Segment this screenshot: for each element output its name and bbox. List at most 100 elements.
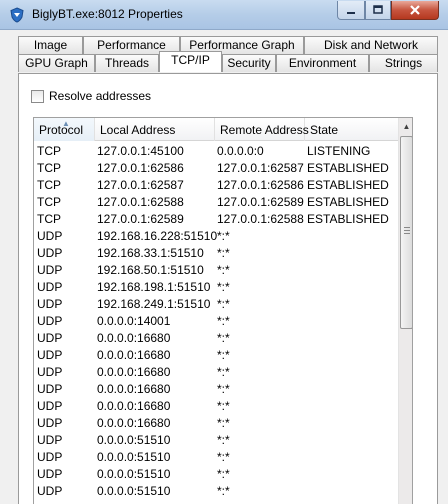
cell-remote-address: *:*: [217, 382, 230, 396]
grip-line: [404, 227, 410, 228]
resolve-addresses-option[interactable]: Resolve addresses: [31, 89, 151, 103]
table-row[interactable]: UDP 0.0.0.0:16680 *:*: [34, 381, 398, 398]
cell-state: ESTABLISHED: [307, 212, 389, 226]
cell-local-address: 127.0.0.1:62588: [97, 195, 184, 209]
tab-disk-and-network[interactable]: Disk and Network: [304, 36, 438, 54]
cell-protocol: UDP: [37, 365, 63, 379]
cell-protocol: TCP: [37, 161, 61, 175]
column-header-protocol[interactable]: ▲ Protocol: [34, 118, 95, 141]
tab-label: Environment: [288, 56, 357, 70]
grip-line: [404, 230, 410, 231]
cell-state: LISTENING: [307, 144, 371, 158]
table-row[interactable]: UDP 0.0.0.0:16680 *:*: [34, 415, 398, 432]
maximize-icon: [373, 5, 383, 14]
cell-protocol: UDP: [37, 263, 63, 277]
sort-ascending-icon: ▲: [62, 119, 70, 128]
cell-remote-address: 127.0.0.1:62586: [217, 178, 304, 192]
scroll-up-arrow-icon: ▲: [402, 122, 411, 131]
cell-protocol: TCP: [37, 195, 61, 209]
cell-protocol: UDP: [37, 246, 63, 260]
table-row[interactable]: UDP 192.168.198.1:51510 *:*: [34, 279, 398, 296]
minimize-button[interactable]: [337, 1, 365, 20]
column-header-label: Local Address: [100, 123, 176, 137]
tab-strings[interactable]: Strings: [369, 54, 438, 72]
cell-remote-address: *:*: [217, 399, 230, 413]
tab-threads[interactable]: Threads: [95, 54, 159, 72]
cell-protocol: UDP: [37, 297, 63, 311]
cell-local-address: 127.0.0.1:62587: [97, 178, 184, 192]
table-row[interactable]: TCP 127.0.0.1:62588 127.0.0.1:62589 ESTABLI…: [34, 194, 398, 211]
close-button[interactable]: [391, 1, 439, 20]
table-row[interactable]: TCP 127.0.0.1:45100 0.0.0.0:0 LISTENING: [34, 143, 398, 160]
connections-list[interactable]: ▲ Protocol Local Address Remote Address …: [33, 117, 413, 504]
cell-remote-address: *:*: [217, 297, 230, 311]
cell-state: ESTABLISHED: [307, 195, 389, 209]
cell-protocol: UDP: [37, 314, 63, 328]
table-row[interactable]: UDP 192.168.249.1:51510 *:*: [34, 296, 398, 313]
table-row[interactable]: UDP 0.0.0.0:16680 *:*: [34, 347, 398, 364]
table-row[interactable]: UDP 0.0.0.0:51510 *:*: [34, 432, 398, 449]
table-row[interactable]: UDP 192.168.33.1:51510 *:*: [34, 245, 398, 262]
table-row[interactable]: TCP 127.0.0.1:62586 127.0.0.1:62587 ESTABLI…: [34, 160, 398, 177]
table-row[interactable]: UDP 192.168.16.228:51510 *:*: [34, 228, 398, 245]
column-header-label: State: [310, 123, 339, 137]
table-row[interactable]: TCP 127.0.0.1:62587 127.0.0.1:62586 ESTABLI…: [34, 177, 398, 194]
table-row[interactable]: UDP 0.0.0.0:16680 *:*: [34, 330, 398, 347]
cell-protocol: UDP: [37, 416, 63, 430]
table-row[interactable]: UDP 0.0.0.0:51510 *:*: [34, 483, 398, 500]
minimize-icon: [347, 12, 355, 14]
column-header-local-address[interactable]: Local Address: [95, 118, 215, 141]
vertical-scrollbar[interactable]: ▲ ▼: [398, 118, 412, 504]
table-row[interactable]: TCP 127.0.0.1:62589 127.0.0.1:62588 ESTABLI…: [34, 211, 398, 228]
cell-remote-address: *:*: [217, 263, 230, 277]
title-bar[interactable]: BiglyBT.exe:8012 Properties: [0, 0, 448, 30]
cell-state: ESTABLISHED: [307, 161, 389, 175]
cell-local-address: 0.0.0.0:16680: [97, 365, 171, 379]
cell-local-address: 0.0.0.0:51510: [97, 450, 171, 464]
cell-remote-address: 127.0.0.1:62588: [217, 212, 304, 226]
scroll-thumb[interactable]: [400, 136, 412, 329]
column-header-remote-address[interactable]: Remote Address: [215, 118, 309, 141]
tab-label: GPU Graph: [25, 56, 88, 70]
cell-protocol: UDP: [37, 399, 63, 413]
tab-environment[interactable]: Environment: [276, 54, 369, 72]
tab-label: Security: [227, 56, 271, 70]
cell-protocol: UDP: [37, 467, 63, 481]
table-row[interactable]: UDP 192.168.50.1:51510 *:*: [34, 262, 398, 279]
tcp-ip-panel: Resolve addresses ▲ Protocol Local Addre…: [18, 73, 438, 504]
table-row[interactable]: UDP 0.0.0.0:14001 *:*: [34, 313, 398, 330]
tab-security[interactable]: Security: [222, 54, 276, 72]
cell-protocol: UDP: [37, 229, 63, 243]
tab-gpu-graph[interactable]: GPU Graph: [18, 54, 95, 72]
maximize-button[interactable]: [365, 1, 391, 20]
cell-local-address: 0.0.0.0:51510: [97, 484, 171, 498]
cell-remote-address: 0.0.0.0:0: [217, 144, 264, 158]
tab-label: Performance: [97, 38, 166, 52]
cell-local-address: 192.168.16.228:51510: [97, 229, 218, 243]
window-title: BiglyBT.exe:8012 Properties: [32, 7, 183, 21]
resolve-addresses-checkbox[interactable]: [31, 89, 44, 103]
cell-protocol: UDP: [37, 331, 63, 345]
table-row[interactable]: UDP 0.0.0.0:51510 *:*: [34, 449, 398, 466]
cell-protocol: TCP: [37, 212, 61, 226]
cell-local-address: 192.168.198.1:51510: [97, 280, 211, 294]
scroll-up-button[interactable]: ▲: [399, 118, 412, 135]
cell-remote-address: *:*: [217, 229, 230, 243]
cell-remote-address: *:*: [217, 280, 230, 294]
cell-remote-address: *:*: [217, 433, 230, 447]
tab-label: Threads: [104, 56, 150, 70]
tab-image[interactable]: Image: [18, 36, 83, 54]
tab-tcp-ip[interactable]: TCP/IP: [159, 51, 222, 72]
grip-line: [404, 233, 410, 234]
resolve-addresses-label: Resolve addresses: [49, 89, 152, 103]
cell-remote-address: *:*: [217, 365, 230, 379]
table-row[interactable]: UDP 0.0.0.0:51510 *:*: [34, 466, 398, 483]
cell-protocol: UDP: [37, 433, 63, 447]
table-row[interactable]: UDP 0.0.0.0:16680 *:*: [34, 398, 398, 415]
cell-protocol: TCP: [37, 144, 61, 158]
cell-protocol: UDP: [37, 484, 63, 498]
table-row[interactable]: UDP 0.0.0.0:16680 *:*: [34, 364, 398, 381]
cell-local-address: 192.168.249.1:51510: [97, 297, 211, 311]
column-header-state[interactable]: State: [305, 118, 398, 141]
cell-local-address: 192.168.50.1:51510: [97, 263, 204, 277]
